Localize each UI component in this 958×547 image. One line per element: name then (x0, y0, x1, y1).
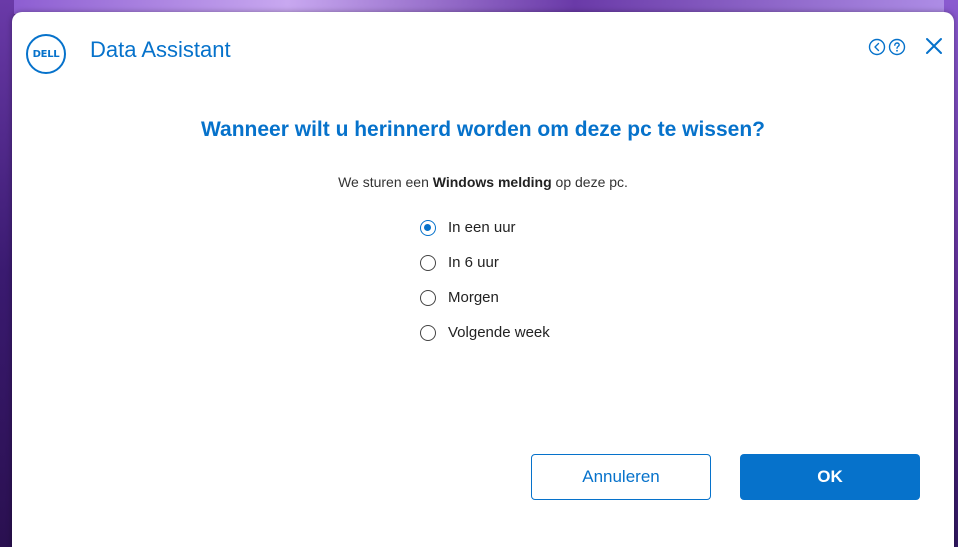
ok-button[interactable]: OK (740, 454, 920, 500)
description-text-after: op deze pc. (551, 174, 628, 190)
cancel-button[interactable]: Annuleren (531, 454, 711, 500)
description-text-bold: Windows melding (432, 174, 552, 190)
option-in-een-uur[interactable]: In een uur (420, 210, 550, 245)
option-morgen[interactable]: Morgen (420, 280, 550, 315)
option-volgende-week[interactable]: Volgende week (420, 315, 550, 350)
circle-question-icon (888, 38, 906, 56)
app-title: Data Assistant (90, 37, 231, 62)
option-label: Volgende week (448, 324, 550, 341)
dell-logo-text: DELL (32, 48, 60, 60)
option-label: In 6 uur (448, 254, 499, 271)
close-icon (926, 38, 942, 54)
description-text-before: We sturen een (338, 174, 433, 190)
option-label: In een uur (448, 219, 516, 236)
notification-description: We sturen een Windows melding op deze pc… (12, 174, 954, 190)
page-heading: Wanneer wilt u herinnerd worden om deze … (201, 118, 765, 141)
reminder-options: In een uur In 6 uur Morgen Volgende week (420, 210, 550, 350)
option-in-6-uur[interactable]: In 6 uur (420, 245, 550, 280)
radio-button[interactable] (420, 324, 436, 341)
back-button[interactable] (868, 38, 886, 56)
radio-button[interactable] (420, 254, 436, 271)
option-label: Morgen (448, 289, 499, 306)
data-assistant-dialog: DELL Data Assistant Wanneer wilt u herin… (12, 12, 954, 547)
radio-button-selected[interactable] (420, 219, 436, 236)
title-bar: DELL Data Assistant (12, 12, 954, 82)
close-button[interactable] (922, 34, 946, 58)
dell-logo: DELL (26, 34, 66, 74)
circle-chevron-left-icon (868, 38, 886, 56)
radio-button[interactable] (420, 289, 436, 306)
help-button[interactable] (888, 38, 906, 56)
